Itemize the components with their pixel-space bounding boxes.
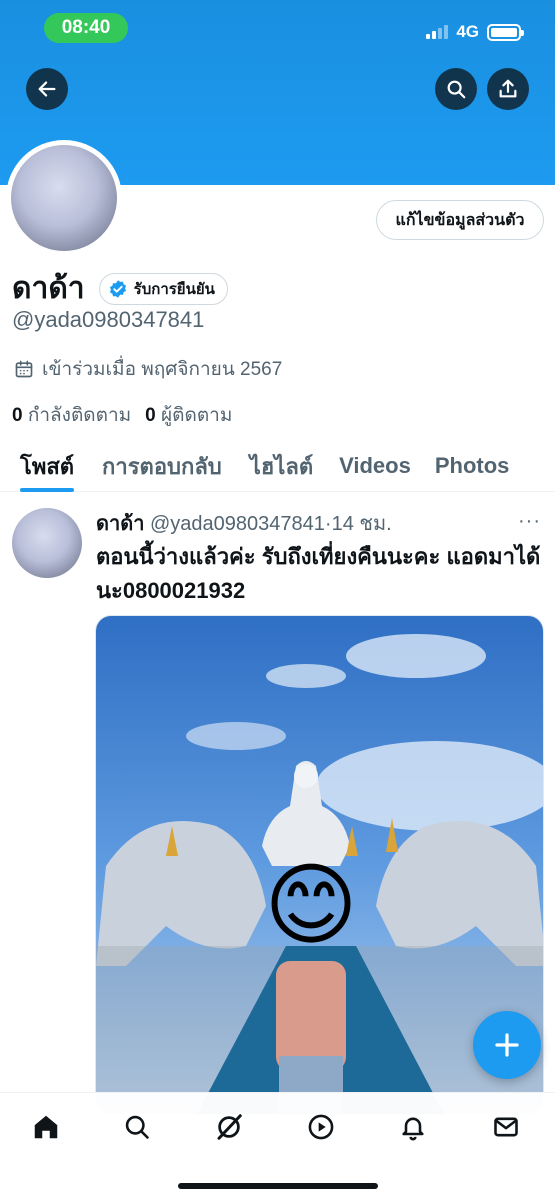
followers-label: ผู้ติดตาม xyxy=(161,405,233,426)
post-header: ดาด้า @yada0980347841·14 ชม. xyxy=(96,507,392,539)
tab-videos[interactable]: Videos xyxy=(339,440,411,492)
search-icon xyxy=(447,80,466,99)
arrow-left-icon xyxy=(38,81,56,97)
post-more-button[interactable]: ··· xyxy=(518,510,541,533)
signal-icon xyxy=(426,25,449,39)
share-icon xyxy=(499,79,517,98)
followers-link[interactable]: 0 ผู้ติดตาม xyxy=(145,400,232,430)
home-icon xyxy=(34,1115,58,1139)
post-time: 14 ชม. xyxy=(331,513,392,535)
grok-icon xyxy=(217,1114,242,1140)
tab-replies[interactable]: การตอบกลับ xyxy=(102,440,222,492)
status-indicators: 4G xyxy=(426,22,524,42)
face-emoji: 😊 xyxy=(264,853,358,958)
post-author-handle[interactable]: @yada0980347841 xyxy=(150,513,325,535)
profile-handle: @yada0980347841 xyxy=(12,307,205,332)
back-button[interactable] xyxy=(26,68,68,110)
name-row: ดาด้า รับการยืนยัน xyxy=(12,265,228,312)
tab-highlights[interactable]: ไฮไลต์ xyxy=(250,440,313,492)
post-avatar[interactable] xyxy=(12,508,82,578)
network-label: 4G xyxy=(456,22,479,41)
nav-grok[interactable] xyxy=(209,1107,249,1147)
post-separator: · xyxy=(324,513,332,535)
bell-icon xyxy=(402,1117,424,1141)
nav-notifications[interactable] xyxy=(393,1107,433,1147)
home-indicator xyxy=(178,1183,378,1189)
battery-icon xyxy=(487,23,524,41)
calendar-icon xyxy=(15,360,33,378)
follow-stats: 0 กำลังติดตาม 0 ผู้ติดตาม xyxy=(12,400,232,430)
joined-text: เข้าร่วมเมื่อ พฤศจิกายน 2567 xyxy=(42,359,283,380)
display-name: ดาด้า xyxy=(12,272,85,305)
nav-home[interactable] xyxy=(26,1107,66,1147)
status-time: 08:40 xyxy=(44,13,128,43)
compose-button[interactable] xyxy=(473,1011,541,1079)
search-button[interactable] xyxy=(435,68,477,110)
tab-photos[interactable]: Photos xyxy=(435,440,510,492)
get-verified-button[interactable]: รับการยืนยัน xyxy=(98,272,228,305)
nav-search[interactable] xyxy=(117,1107,157,1147)
nav-messages[interactable] xyxy=(486,1107,526,1147)
mail-icon xyxy=(494,1117,518,1137)
verify-label: รับการยืนยัน xyxy=(133,280,215,298)
following-link[interactable]: 0 กำลังติดตาม xyxy=(12,400,131,430)
followers-count: 0 xyxy=(145,405,156,426)
nav-videos[interactable] xyxy=(301,1107,341,1147)
search-icon xyxy=(125,1115,149,1139)
plus-icon xyxy=(495,1033,519,1057)
post-author-name[interactable]: ดาด้า xyxy=(96,513,144,535)
profile-avatar[interactable] xyxy=(6,140,122,256)
following-label: กำลังติดตาม xyxy=(27,405,132,426)
profile-tabs: โพสต์ การตอบกลับ ไฮไลต์ Videos Photos xyxy=(0,440,555,492)
post-text: ตอนนี้ว่างแล้วค่ะ รับถึงเที่ยงคืนนะคะ แอ… xyxy=(96,544,541,603)
share-button[interactable] xyxy=(487,68,529,110)
verified-badge-icon xyxy=(109,279,126,298)
following-count: 0 xyxy=(12,405,23,426)
edit-profile-button[interactable]: แก้ไขข้อมูลส่วนตัว xyxy=(376,200,544,240)
play-icon xyxy=(308,1114,334,1140)
joined-date: เข้าร่วมเมื่อ พฤศจิกายน 2567 xyxy=(14,354,282,384)
tab-posts[interactable]: โพสต์ xyxy=(20,440,75,492)
